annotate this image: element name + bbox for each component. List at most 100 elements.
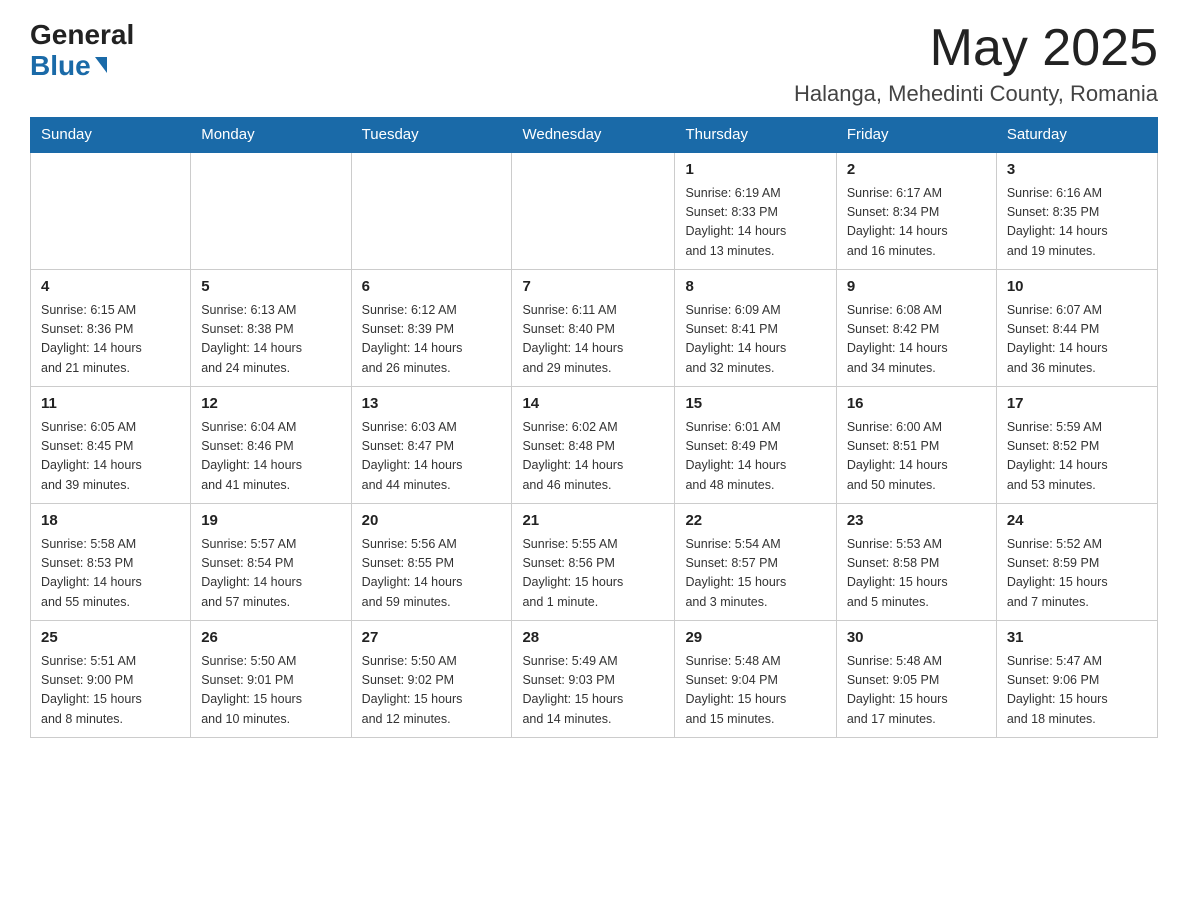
calendar-cell: 24Sunrise: 5:52 AM Sunset: 8:59 PM Dayli… xyxy=(996,504,1157,621)
day-info: Sunrise: 5:47 AM Sunset: 9:06 PM Dayligh… xyxy=(1007,652,1147,730)
day-info: Sunrise: 5:56 AM Sunset: 8:55 PM Dayligh… xyxy=(362,535,502,613)
day-number: 17 xyxy=(1007,393,1147,416)
logo-blue-text: Blue xyxy=(30,51,134,82)
day-info: Sunrise: 5:50 AM Sunset: 9:02 PM Dayligh… xyxy=(362,652,502,730)
day-number: 30 xyxy=(847,627,986,650)
calendar-cell: 16Sunrise: 6:00 AM Sunset: 8:51 PM Dayli… xyxy=(836,387,996,504)
day-info: Sunrise: 6:13 AM Sunset: 8:38 PM Dayligh… xyxy=(201,301,340,379)
day-info: Sunrise: 6:17 AM Sunset: 8:34 PM Dayligh… xyxy=(847,184,986,262)
calendar-cell: 10Sunrise: 6:07 AM Sunset: 8:44 PM Dayli… xyxy=(996,270,1157,387)
day-number: 31 xyxy=(1007,627,1147,650)
day-number: 1 xyxy=(685,159,825,182)
day-number: 8 xyxy=(685,276,825,299)
header-right: May 2025 Halanga, Mehedinti County, Roma… xyxy=(794,20,1158,107)
calendar-cell: 5Sunrise: 6:13 AM Sunset: 8:38 PM Daylig… xyxy=(191,270,351,387)
calendar-cell: 19Sunrise: 5:57 AM Sunset: 8:54 PM Dayli… xyxy=(191,504,351,621)
day-number: 19 xyxy=(201,510,340,533)
calendar-cell: 23Sunrise: 5:53 AM Sunset: 8:58 PM Dayli… xyxy=(836,504,996,621)
weekday-header-thursday: Thursday xyxy=(675,118,836,153)
day-number: 25 xyxy=(41,627,180,650)
calendar-cell: 3Sunrise: 6:16 AM Sunset: 8:35 PM Daylig… xyxy=(996,152,1157,270)
day-info: Sunrise: 5:52 AM Sunset: 8:59 PM Dayligh… xyxy=(1007,535,1147,613)
day-number: 26 xyxy=(201,627,340,650)
weekday-header-monday: Monday xyxy=(191,118,351,153)
day-number: 6 xyxy=(362,276,502,299)
day-info: Sunrise: 5:53 AM Sunset: 8:58 PM Dayligh… xyxy=(847,535,986,613)
day-number: 2 xyxy=(847,159,986,182)
calendar-cell xyxy=(351,152,512,270)
day-info: Sunrise: 6:02 AM Sunset: 8:48 PM Dayligh… xyxy=(522,418,664,496)
calendar-week-row: 25Sunrise: 5:51 AM Sunset: 9:00 PM Dayli… xyxy=(31,621,1158,738)
calendar-cell: 1Sunrise: 6:19 AM Sunset: 8:33 PM Daylig… xyxy=(675,152,836,270)
day-info: Sunrise: 5:55 AM Sunset: 8:56 PM Dayligh… xyxy=(522,535,664,613)
calendar-cell: 30Sunrise: 5:48 AM Sunset: 9:05 PM Dayli… xyxy=(836,621,996,738)
day-info: Sunrise: 5:49 AM Sunset: 9:03 PM Dayligh… xyxy=(522,652,664,730)
calendar-cell: 15Sunrise: 6:01 AM Sunset: 8:49 PM Dayli… xyxy=(675,387,836,504)
weekday-header-wednesday: Wednesday xyxy=(512,118,675,153)
calendar-table: SundayMondayTuesdayWednesdayThursdayFrid… xyxy=(30,117,1158,738)
calendar-cell: 14Sunrise: 6:02 AM Sunset: 8:48 PM Dayli… xyxy=(512,387,675,504)
calendar-cell: 11Sunrise: 6:05 AM Sunset: 8:45 PM Dayli… xyxy=(31,387,191,504)
day-number: 11 xyxy=(41,393,180,416)
calendar-cell: 4Sunrise: 6:15 AM Sunset: 8:36 PM Daylig… xyxy=(31,270,191,387)
calendar-week-row: 18Sunrise: 5:58 AM Sunset: 8:53 PM Dayli… xyxy=(31,504,1158,621)
calendar-cell: 27Sunrise: 5:50 AM Sunset: 9:02 PM Dayli… xyxy=(351,621,512,738)
day-info: Sunrise: 6:11 AM Sunset: 8:40 PM Dayligh… xyxy=(522,301,664,379)
day-number: 5 xyxy=(201,276,340,299)
day-info: Sunrise: 6:04 AM Sunset: 8:46 PM Dayligh… xyxy=(201,418,340,496)
day-info: Sunrise: 5:58 AM Sunset: 8:53 PM Dayligh… xyxy=(41,535,180,613)
calendar-week-row: 11Sunrise: 6:05 AM Sunset: 8:45 PM Dayli… xyxy=(31,387,1158,504)
logo-triangle-icon xyxy=(95,57,107,73)
calendar-cell: 2Sunrise: 6:17 AM Sunset: 8:34 PM Daylig… xyxy=(836,152,996,270)
calendar-cell: 9Sunrise: 6:08 AM Sunset: 8:42 PM Daylig… xyxy=(836,270,996,387)
calendar-cell: 22Sunrise: 5:54 AM Sunset: 8:57 PM Dayli… xyxy=(675,504,836,621)
day-number: 29 xyxy=(685,627,825,650)
day-number: 28 xyxy=(522,627,664,650)
day-number: 4 xyxy=(41,276,180,299)
day-number: 22 xyxy=(685,510,825,533)
calendar-cell: 20Sunrise: 5:56 AM Sunset: 8:55 PM Dayli… xyxy=(351,504,512,621)
calendar-cell: 29Sunrise: 5:48 AM Sunset: 9:04 PM Dayli… xyxy=(675,621,836,738)
day-info: Sunrise: 6:09 AM Sunset: 8:41 PM Dayligh… xyxy=(685,301,825,379)
calendar-cell xyxy=(512,152,675,270)
weekday-header-friday: Friday xyxy=(836,118,996,153)
day-number: 3 xyxy=(1007,159,1147,182)
day-number: 15 xyxy=(685,393,825,416)
day-info: Sunrise: 5:48 AM Sunset: 9:05 PM Dayligh… xyxy=(847,652,986,730)
day-info: Sunrise: 6:00 AM Sunset: 8:51 PM Dayligh… xyxy=(847,418,986,496)
day-info: Sunrise: 5:57 AM Sunset: 8:54 PM Dayligh… xyxy=(201,535,340,613)
day-number: 18 xyxy=(41,510,180,533)
day-number: 7 xyxy=(522,276,664,299)
weekday-header-sunday: Sunday xyxy=(31,118,191,153)
day-info: Sunrise: 6:07 AM Sunset: 8:44 PM Dayligh… xyxy=(1007,301,1147,379)
calendar-week-row: 1Sunrise: 6:19 AM Sunset: 8:33 PM Daylig… xyxy=(31,152,1158,270)
page-header: General Blue May 2025 Halanga, Mehedinti… xyxy=(30,20,1158,107)
day-number: 24 xyxy=(1007,510,1147,533)
day-number: 12 xyxy=(201,393,340,416)
day-number: 20 xyxy=(362,510,502,533)
day-number: 16 xyxy=(847,393,986,416)
day-number: 23 xyxy=(847,510,986,533)
day-info: Sunrise: 6:03 AM Sunset: 8:47 PM Dayligh… xyxy=(362,418,502,496)
logo: General Blue xyxy=(30,20,134,82)
calendar-cell: 8Sunrise: 6:09 AM Sunset: 8:41 PM Daylig… xyxy=(675,270,836,387)
calendar-week-row: 4Sunrise: 6:15 AM Sunset: 8:36 PM Daylig… xyxy=(31,270,1158,387)
day-info: Sunrise: 6:12 AM Sunset: 8:39 PM Dayligh… xyxy=(362,301,502,379)
day-info: Sunrise: 5:54 AM Sunset: 8:57 PM Dayligh… xyxy=(685,535,825,613)
day-number: 10 xyxy=(1007,276,1147,299)
day-info: Sunrise: 6:01 AM Sunset: 8:49 PM Dayligh… xyxy=(685,418,825,496)
day-info: Sunrise: 6:05 AM Sunset: 8:45 PM Dayligh… xyxy=(41,418,180,496)
month-title: May 2025 xyxy=(794,20,1158,77)
calendar-cell: 21Sunrise: 5:55 AM Sunset: 8:56 PM Dayli… xyxy=(512,504,675,621)
calendar-cell: 28Sunrise: 5:49 AM Sunset: 9:03 PM Dayli… xyxy=(512,621,675,738)
day-number: 21 xyxy=(522,510,664,533)
day-info: Sunrise: 6:08 AM Sunset: 8:42 PM Dayligh… xyxy=(847,301,986,379)
calendar-header-row: SundayMondayTuesdayWednesdayThursdayFrid… xyxy=(31,118,1158,153)
day-info: Sunrise: 6:19 AM Sunset: 8:33 PM Dayligh… xyxy=(685,184,825,262)
day-info: Sunrise: 6:15 AM Sunset: 8:36 PM Dayligh… xyxy=(41,301,180,379)
day-info: Sunrise: 5:51 AM Sunset: 9:00 PM Dayligh… xyxy=(41,652,180,730)
calendar-cell: 7Sunrise: 6:11 AM Sunset: 8:40 PM Daylig… xyxy=(512,270,675,387)
calendar-cell: 17Sunrise: 5:59 AM Sunset: 8:52 PM Dayli… xyxy=(996,387,1157,504)
day-number: 27 xyxy=(362,627,502,650)
calendar-cell xyxy=(191,152,351,270)
